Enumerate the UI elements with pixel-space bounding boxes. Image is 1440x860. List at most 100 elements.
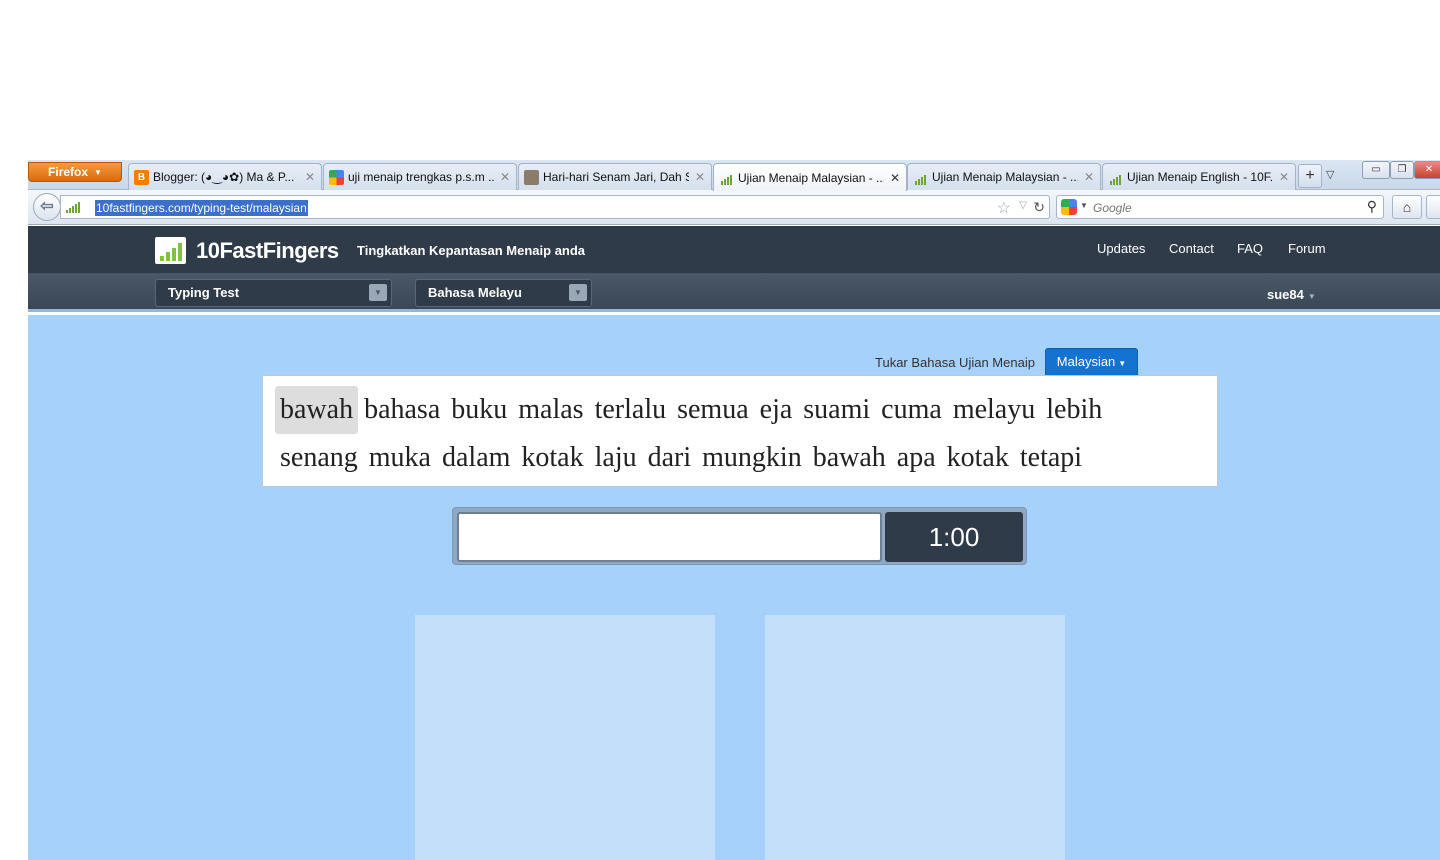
firefox-menu-label: Firefox [48,165,89,179]
site-identity-icon [66,201,80,213]
tab-bar: Firefox ▼ B Blogger: (◕‿◕✿) Ma & P... ✕ … [28,160,1440,191]
typing-input[interactable] [457,512,882,562]
word: kotak [521,442,584,473]
user-menu[interactable]: sue84 ▼ [1267,287,1316,302]
mode-select[interactable]: Typing Test ▼ [155,279,392,307]
chevron-down-icon[interactable]: ▼ [1080,201,1088,210]
close-icon[interactable]: ✕ [1279,170,1289,184]
word: dalam [441,442,511,473]
word: tetapi [1019,442,1083,473]
word: eja [759,394,793,425]
close-icon[interactable]: ✕ [695,170,705,184]
word-current: bawah [275,386,359,434]
word: bahasa [364,394,441,425]
home-icon[interactable]: ⌂ [1392,195,1422,219]
back-arrow-icon[interactable]: ⇦ [33,193,61,221]
tab-ujian-menaip-english[interactable]: Ujian Menaip English - 10F... ✕ [1102,163,1296,190]
logo-bars-icon[interactable] [155,237,186,264]
word: senang [280,442,358,473]
main-content: Tukar Bahasa Ujian Menaip Malaysian ▼ baw… [28,315,1440,860]
url-text[interactable]: 10fastfingers.com/typing-test/malaysian [95,200,308,216]
tab-ujian-menaip-active[interactable]: Ujian Menaip Malaysian - ... ✕ [713,163,907,191]
signal-bars-icon [1108,170,1123,185]
nav-updates[interactable]: Updates [1097,241,1145,256]
search-icon[interactable]: ⚲ [1367,198,1377,215]
nav-faq[interactable]: FAQ [1237,241,1263,256]
tab-title: uji menaip trengkas p.s.m ... [348,170,494,184]
word: terlalu [594,394,667,425]
word: malas [518,394,584,425]
reload-icon[interactable]: ↻ [1033,199,1045,216]
word: melayu [952,394,1036,425]
countdown-timer: 1:00 [885,512,1023,562]
chevron-down-icon: ▼ [1307,292,1316,301]
word: bawah [812,442,886,473]
nav-forum[interactable]: Forum [1288,241,1326,256]
word-line-2: senang muka dalam kotak laju dari mungkin bawah… [275,434,1205,482]
blogger-icon: B [134,169,149,185]
language-select-value: Bahasa Melayu [428,285,522,300]
browser-window: Firefox ▼ B Blogger: (◕‿◕✿) Ma & P... ✕ … [28,160,1440,860]
minimize-icon[interactable]: ▭ [1362,161,1390,179]
tab-title: Hari-hari Senam Jari, Dah S... [543,170,689,184]
tab-title: Ujian Menaip Malaysian - ... [932,170,1078,184]
tab-title: Ujian Menaip English - 10F... [1127,170,1273,184]
word: muka [368,442,431,473]
language-button-label: Malaysian [1056,354,1116,369]
close-icon[interactable]: ✕ [1084,170,1094,184]
list-all-tabs-icon[interactable]: ▽ [1326,168,1334,181]
word: lebih [1046,394,1103,425]
search-placeholder: Google [1093,201,1132,215]
tab-senam-jari[interactable]: Hari-hari Senam Jari, Dah S... ✕ [518,163,712,190]
firefox-menu-button[interactable]: Firefox ▼ [28,162,122,182]
site-logo[interactable]: 10FastFingers [196,238,339,264]
word: kotak [946,442,1009,473]
tab-ujian-menaip-2[interactable]: Ujian Menaip Malaysian - ... ✕ [907,163,1101,190]
ad-placeholder-right [765,615,1065,860]
word: semua [677,394,749,425]
search-bar[interactable]: ▼ Google ⚲ [1056,195,1384,219]
word: cuma [881,394,942,425]
signal-bars-icon [913,170,928,185]
typing-input-group: 1:00 [452,507,1027,565]
word: suami [803,394,871,425]
word: dari [647,442,692,473]
word: laju [594,442,637,473]
window-close-icon[interactable]: ✕ [1414,161,1440,179]
language-dropdown-button[interactable]: Malaysian ▼ [1045,348,1138,376]
word: mungkin [702,442,802,473]
close-icon[interactable]: ✕ [500,170,510,184]
close-icon[interactable]: ✕ [890,171,900,185]
history-dropdown-icon[interactable]: ▽ [1019,200,1027,211]
tab-blogger[interactable]: B Blogger: (◕‿◕✿) Ma & P... ✕ [128,163,322,190]
ad-placeholder-left [415,615,715,860]
word-line-1: bawah bahasa buku malas terlalu semua eja suami… [275,386,1205,434]
bookmark-star-icon[interactable]: ☆ [997,198,1011,218]
change-language-label: Tukar Bahasa Ujian Menaip [875,355,1035,370]
address-bar[interactable]: 10fastfingers.com/typing-test/malaysian … [60,195,1050,219]
close-icon[interactable]: ✕ [305,170,315,184]
word: buku [451,394,508,425]
restore-icon[interactable]: ❐ [1390,161,1414,179]
chevron-down-icon[interactable]: ▼ [569,284,587,301]
new-tab-button[interactable]: + [1298,164,1322,188]
google-icon[interactable] [1061,199,1077,215]
mode-select-value: Typing Test [168,285,240,300]
site-header: 10FastFingers Tingkatkan Kepantasan Mena… [28,226,1440,274]
nav-contact[interactable]: Contact [1169,241,1214,256]
google-icon [329,169,344,185]
toolbar-overflow-button[interactable] [1426,195,1440,219]
site-tagline: Tingkatkan Kepantasan Menaip anda [357,243,586,258]
signal-bars-icon [719,170,734,185]
language-select[interactable]: Bahasa Melayu ▼ [415,279,592,307]
tab-google-search[interactable]: uji menaip trengkas p.s.m ... ✕ [323,163,517,190]
tab-title: Ujian Menaip Malaysian - ... [738,170,884,185]
tab-title: Blogger: (◕‿◕✿) Ma & P... [153,170,295,184]
username: sue84 [1267,287,1304,302]
site-subbar: Typing Test ▼ Bahasa Melayu ▼ sue84 ▼ [28,274,1440,312]
chevron-down-icon[interactable]: ▼ [369,284,387,301]
chevron-down-icon: ▼ [94,167,102,177]
word: apa [896,442,936,473]
navigation-toolbar: ⇦ 10fastfingers.com/typing-test/malaysia… [28,190,1440,225]
chevron-down-icon: ▼ [1118,359,1127,368]
